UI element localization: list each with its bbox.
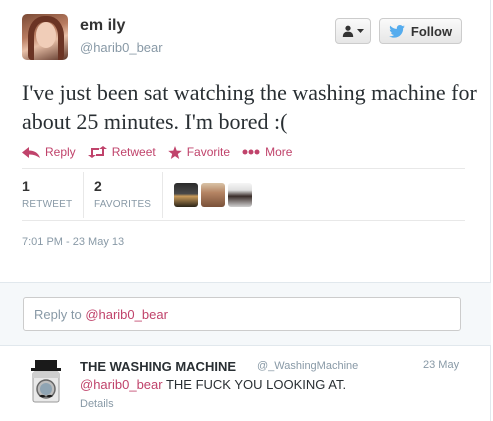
tweet-actions: Reply Retweet Favorite More xyxy=(22,145,292,159)
favorite-action[interactable]: Favorite xyxy=(167,145,231,159)
follow-button[interactable]: Follow xyxy=(379,18,462,44)
user-icon xyxy=(342,25,354,37)
retweet-icon xyxy=(87,146,107,158)
user-avatar[interactable] xyxy=(22,14,68,60)
screen-name[interactable]: @harib0_bear xyxy=(80,40,163,55)
tweet-text: I've just been sat watching the washing … xyxy=(22,80,477,134)
reply-prefix: Reply to xyxy=(34,307,86,322)
stat-divider xyxy=(83,172,84,218)
stat-divider xyxy=(162,172,163,218)
favorites-label: FAVORITES xyxy=(94,199,152,210)
washing-machine-avatar[interactable] xyxy=(22,358,70,406)
user-actions-dropdown[interactable] xyxy=(335,18,371,44)
reply-handle: @harib0_bear xyxy=(85,307,168,322)
favoriter-avatar[interactable] xyxy=(201,183,225,207)
display-name[interactable]: em ily xyxy=(80,17,125,35)
reply-tweet[interactable]: THE WASHING MACHINE @_WashingMachine 23 … xyxy=(0,346,491,421)
twitter-bird-icon xyxy=(389,24,405,38)
favorites-stat[interactable]: 2 FAVORITES xyxy=(94,178,151,210)
reply-body: THE FUCK YOU LOOKING AT. xyxy=(162,377,347,392)
retweets-label: RETWEET xyxy=(22,199,73,210)
retweets-stat[interactable]: 1 RETWEET xyxy=(22,178,72,210)
reply-details-link[interactable]: Details xyxy=(80,398,114,410)
caret-down-icon xyxy=(357,29,364,33)
favoriter-avatar[interactable] xyxy=(228,183,252,207)
retweet-label: Retweet xyxy=(111,145,156,159)
stats-divider-bottom xyxy=(22,220,465,221)
reply-icon xyxy=(22,146,40,158)
more-dots-icon xyxy=(242,149,260,155)
favorite-label: Favorite xyxy=(186,145,231,159)
favoriter-avatar[interactable] xyxy=(174,183,198,207)
reply-action[interactable]: Reply xyxy=(22,145,76,159)
favorites-count: 2 xyxy=(94,178,102,194)
reply-input[interactable]: Reply to @harib0_bear xyxy=(23,297,461,331)
reply-section: Reply to @harib0_bear xyxy=(0,282,491,346)
reply-mention[interactable]: @harib0_bear xyxy=(80,377,163,392)
reply-author-handle[interactable]: @_WashingMachine xyxy=(257,360,358,372)
retweets-count: 1 xyxy=(22,178,30,194)
reply-text: @harib0_bear THE FUCK YOU LOOKING AT. xyxy=(80,377,346,392)
more-label: More xyxy=(265,145,293,159)
tweet-permalink: em ily @harib0_bear Follow I've just bee… xyxy=(0,0,491,421)
tweet-timestamp[interactable]: 7:01 PM - 23 May 13 xyxy=(22,236,124,248)
retweet-action[interactable]: Retweet xyxy=(87,145,156,159)
reply-label: Reply xyxy=(45,145,76,159)
more-action[interactable]: More xyxy=(242,145,292,159)
avatar-face xyxy=(36,22,56,48)
reply-author-name[interactable]: THE WASHING MACHINE xyxy=(80,359,236,374)
follow-label: Follow xyxy=(410,23,453,39)
reply-date[interactable]: 23 May xyxy=(423,359,459,371)
star-icon xyxy=(167,145,182,159)
stats-divider-top xyxy=(22,168,465,169)
washing-machine-character-icon xyxy=(22,358,70,406)
